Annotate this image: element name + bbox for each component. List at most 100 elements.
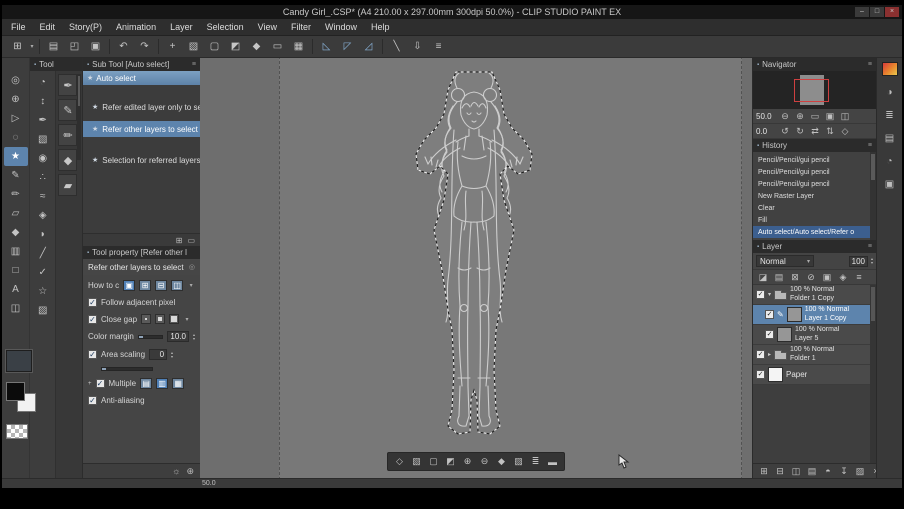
hand-tool[interactable]: ◔ [31,73,55,92]
lock-layer-icon[interactable]: ⊠ [789,272,801,283]
redo-icon[interactable]: ↷ [134,38,155,55]
subtool-item[interactable]: ★ Refer edited layer only to select [83,99,200,115]
ruler-tool[interactable]: ╱ [31,244,55,263]
layer-scrollbar[interactable] [870,285,876,463]
workspace-dropdown-icon[interactable]: ▾ [28,43,36,50]
lightup-tool[interactable]: ☆ [31,282,55,301]
zoom-out-icon[interactable]: ⊖ [778,110,792,122]
select-area-icon[interactable]: ▧ [409,455,424,468]
item-bank-tab-icon[interactable]: ▣ [882,177,898,191]
combine-layer-icon[interactable]: ◓ [822,466,834,476]
panel-menu-icon[interactable]: ≡ [868,142,872,149]
new-raster-layer-icon[interactable]: ⊞ [758,466,770,477]
close-button[interactable]: × [885,7,899,17]
menu-view[interactable]: View [251,19,284,35]
export-icon[interactable]: ⇩ [407,38,428,55]
expand-selection-icon[interactable]: ⊕ [460,455,475,468]
object-tool[interactable]: ✒ [31,111,55,130]
transfer-layer-icon[interactable]: ▤ [806,466,818,477]
toolbar-settings-icon[interactable]: ≡ [428,38,449,55]
multiple-refer-selected-icon[interactable]: ▥ [156,378,168,389]
folder-collapsed-icon[interactable]: ▸ [768,351,771,358]
blend-tool[interactable]: ≈ [31,187,55,206]
panel-menu-icon[interactable]: ≡ [868,61,872,68]
history-item[interactable]: Pencil/Pencil/gui pencil [753,166,870,178]
menu-help[interactable]: Help [364,19,397,35]
save-file-icon[interactable]: ▣ [85,38,106,55]
zoom-tool[interactable]: ◎ [4,71,28,90]
navigator-rotation-value[interactable]: 0.0 [756,127,777,136]
lasso-tool[interactable]: ◌ [4,128,28,147]
navigator-preview[interactable] [753,71,876,109]
operation-tool[interactable]: ▷ [4,109,28,128]
merge-down-icon[interactable]: ↧ [838,466,850,477]
close-gap-size-2[interactable] [155,314,165,324]
layer-visibility-checkbox[interactable]: ✓ [756,290,765,299]
close-gap-size-1[interactable] [141,314,151,324]
close-gap-size-3[interactable] [169,314,179,324]
advanced-settings-icon[interactable]: ⊕ [186,466,194,477]
layer-color-icon[interactable]: ◪ [757,272,769,283]
navigator-view-rectangle[interactable] [794,79,829,102]
maximize-button[interactable]: □ [870,7,884,17]
color-margin-stepper[interactable]: ▴▾ [193,333,195,341]
deselect-icon[interactable]: ▢ [426,455,441,468]
layer-move-tool[interactable]: ↕ [31,92,55,111]
sub-view-tab-icon[interactable]: ◔ [882,154,898,168]
layer-visibility-checkbox[interactable]: ✓ [756,350,765,359]
airbrush-tool[interactable]: ∴ [31,168,55,187]
color-wheel-tab-icon[interactable] [882,62,898,76]
subtool-item-selected[interactable]: ★ Refer other layers to select [83,121,200,137]
selection-mode-new-icon[interactable]: ▣ [123,280,135,291]
mini-scrollbar[interactable] [77,74,81,160]
menu-file[interactable]: File [4,19,33,35]
eyedropper-icon[interactable]: ◎ [189,263,195,271]
pencil-tool[interactable]: ✏ [4,185,28,204]
rotate-cw-icon[interactable]: ↻ [793,125,807,137]
layer-row-folder-1[interactable]: ✓ ▸ 100 % Normal Folder 1 [753,345,876,365]
blend-mode-select[interactable]: Normal ▾ [756,255,814,267]
undo-icon[interactable]: ↶ [113,38,134,55]
zoom-in-icon[interactable]: ⊕ [793,110,807,122]
close-gap-checkbox[interactable]: ✓ [88,315,97,324]
auto-select-tool[interactable]: ★ [4,147,28,166]
ruler-icon[interactable]: ╲ [386,38,407,55]
fill-tool[interactable]: ◆ [4,223,28,242]
stroke-selection-icon[interactable]: ≣ [528,455,543,468]
area-scaling-checkbox[interactable]: ✓ [88,350,97,359]
menu-window[interactable]: Window [318,19,364,35]
transparent-color-swatch[interactable] [6,424,28,439]
current-color-swatch[interactable] [6,350,32,372]
figure-tool[interactable]: □ [4,261,28,280]
sub-tool-pen[interactable]: ✒ [58,74,77,96]
text-tool[interactable]: A [4,280,28,299]
canvas[interactable]: ◇ ▧ ▢ ◩ ⊕ ⊖ ◆ ▨ ≣ ▬ [200,58,752,478]
color-margin-slider[interactable] [138,335,164,339]
open-file-icon[interactable]: ◰ [64,38,85,55]
actual-size-icon[interactable]: ▣ [823,110,837,122]
correct-line-tool[interactable]: ✓ [31,263,55,282]
history-item[interactable]: Fill [753,214,870,226]
reset-settings-icon[interactable]: ☼ [172,466,180,476]
sub-tool-fill[interactable]: ◆ [58,149,77,171]
color-slider-tab-icon[interactable]: ◑ [882,85,898,99]
selection-mode-subtract-icon[interactable]: ⊟ [155,280,167,291]
menu-layer[interactable]: Layer [163,19,200,35]
layer-row-layer-5[interactable]: ✓ 100 % Normal Layer 5 [753,325,876,345]
minimize-button[interactable]: – [855,7,869,17]
multiple-refer-folder-icon[interactable]: ▦ [172,378,184,389]
area-scaling-value[interactable]: 0 [149,349,167,360]
area-scaling-stepper[interactable]: ▴▾ [171,351,173,359]
anti-aliasing-checkbox[interactable]: ✓ [88,396,97,405]
tone-tool[interactable]: ▨ [31,301,55,320]
menu-selection[interactable]: Selection [200,19,251,35]
material-tab-icon[interactable]: ▤ [882,131,898,145]
navigator-zoom-value[interactable]: 50.0 [756,112,777,121]
selection-mode-multiply-icon[interactable]: ◫ [171,280,183,291]
history-item[interactable]: New Raster Layer [753,190,870,202]
eraser-tool[interactable]: ▱ [4,204,28,223]
layer-visibility-checkbox[interactable]: ✓ [765,330,774,339]
layer-opacity-stepper[interactable]: ▴▾ [871,257,873,265]
layer-visibility-checkbox[interactable]: ✓ [756,370,765,379]
balloon-tool[interactable]: ◗ [31,225,55,244]
